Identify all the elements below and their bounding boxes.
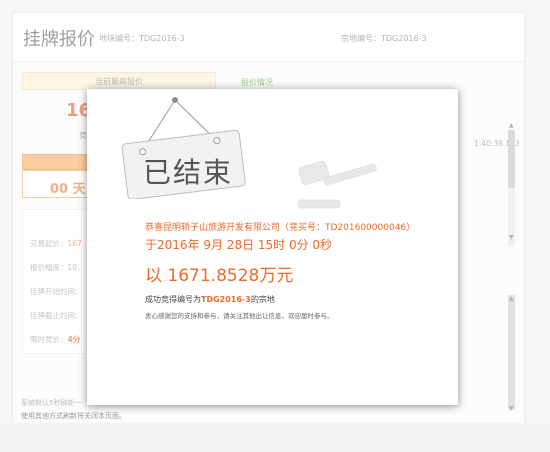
thanks-text: 衷心感谢您的支持和参与，请关注其他出让信息，欢迎届时参与。: [145, 312, 334, 320]
ended-stamp-text: 已结束: [143, 156, 234, 189]
gavel-icon: [297, 160, 377, 209]
winning-price-text: 以 1671.8528万元: [145, 266, 294, 286]
auction-result-dialog: 已结束 恭喜昆明轿子山旅游开发有限公司（竞买号：TD201600000046） …: [87, 89, 458, 405]
winning-parcel-prefix: 成功竞得编号为: [145, 295, 201, 304]
page-footer: [0, 423, 550, 452]
winning-buyer-text: 恭喜昆明轿子山旅游开发有限公司（竞买号：TD201600000046）: [145, 223, 416, 233]
winning-parcel-code: TDG2016-3: [201, 295, 251, 304]
winning-time-text: 于2016年 9月 28日 15时 0分 0秒: [145, 238, 333, 252]
winning-parcel-suffix: 的宗地: [250, 295, 275, 304]
winning-parcel-text: 成功竞得编号为TDG2016-3的宗地: [145, 294, 275, 305]
